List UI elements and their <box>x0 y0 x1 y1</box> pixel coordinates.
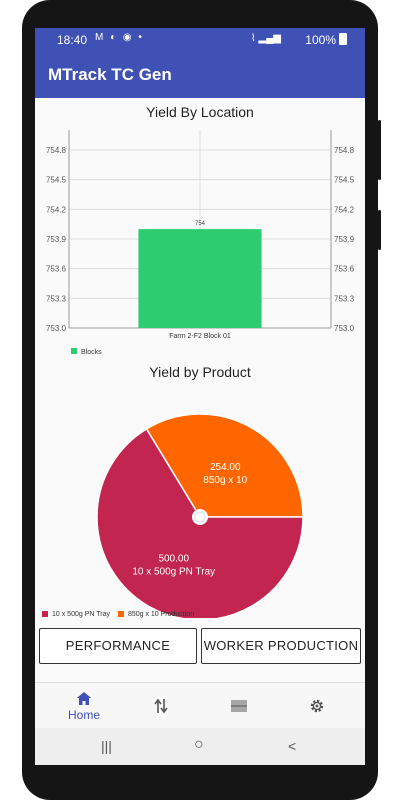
y-tick-label-right: 754.8 <box>334 146 355 155</box>
bar-data-label: 754 <box>195 221 206 227</box>
pie-legend: 10 x 500g PN Tray 850g x 10 Production <box>42 611 194 618</box>
performance-button[interactable]: PERFORMANCE <box>39 628 197 664</box>
y-tick-label-right: 753.3 <box>334 294 355 303</box>
y-tick-label-left: 753.9 <box>46 235 67 244</box>
nav-home-label: Home <box>67 708 100 722</box>
status-bar: 18:40 M ◐ ◉ • ⌇ ▂▄▆ 100% <box>35 28 365 52</box>
system-home-button[interactable]: ○ <box>194 736 204 754</box>
bar-farm-block <box>138 229 262 328</box>
app-bar: MTrack TC Gen <box>35 52 365 98</box>
pie-label-tray-name: 10 x 500g PN Tray <box>132 567 215 578</box>
notification-icons: M ◐ ◉ • <box>95 32 144 43</box>
nav-settings[interactable] <box>275 683 357 729</box>
y-tick-label-left: 753.3 <box>46 294 67 303</box>
battery-indicator: 100% <box>305 33 347 47</box>
pie-center-hole <box>192 509 208 525</box>
y-tick-label-right: 754.5 <box>334 176 355 185</box>
legend-label-production: 850g x 10 Production <box>127 611 195 618</box>
power-button <box>378 210 381 250</box>
y-tick-label-right: 753.9 <box>334 235 355 244</box>
y-tick-label-left: 754.8 <box>46 146 67 155</box>
pie-label-850g-name: 850g x 10 <box>203 475 247 486</box>
battery-icon <box>339 33 347 45</box>
y-tick-label-left: 753.6 <box>46 265 67 274</box>
system-navigation-bar: ||| ○ < <box>35 728 365 765</box>
y-tick-label-left: 754.2 <box>46 205 67 214</box>
recents-button[interactable]: ||| <box>101 738 112 754</box>
status-time: 18:40 <box>57 33 88 47</box>
app-title: MTrack TC Gen <box>48 65 172 84</box>
screen: 18:40 M ◐ ◉ • ⌇ ▂▄▆ 100% MTrack TC Gen Y… <box>35 28 365 765</box>
location-bar-chart[interactable]: 754.8 754.8 754.5 754.5 754.2 754.2 753.9 753.9… <box>35 120 365 390</box>
pie-label-850g-value: 254.00 <box>210 462 241 473</box>
legend-label-blocks: Blocks <box>81 349 102 356</box>
y-tick-label-left: 753.0 <box>46 324 67 333</box>
transfer-arrows-icon <box>154 698 168 714</box>
back-button[interactable]: < <box>288 738 296 754</box>
signal-icon: ⌇ ▂▄▆ <box>250 33 281 44</box>
gear-icon <box>310 699 324 713</box>
barcode-icon <box>231 700 247 712</box>
location-chart-title: Yield By Location <box>146 104 254 120</box>
product-pie-chart[interactable]: 254.00 850g x 10 500.00 10 x 500g PN Tray <box>35 368 365 618</box>
nav-barcode[interactable] <box>197 683 279 729</box>
y-tick-label-left: 754.5 <box>46 176 67 185</box>
legend-label-tray: 10 x 500g PN Tray <box>52 611 110 618</box>
main-content: Yield By Location 754.8 754.8 754.5 754.5 75… <box>35 98 365 682</box>
nav-home[interactable]: Home <box>43 683 125 729</box>
y-tick-label-right: 753.6 <box>334 265 355 274</box>
worker-production-button[interactable]: WORKER PRODUCTION <box>201 628 361 664</box>
battery-percent: 100% <box>305 33 336 47</box>
x-tick-label: Farm 2-F2 Block 01 <box>169 333 231 340</box>
bottom-navigation: Home <box>35 682 365 729</box>
volume-button <box>378 120 381 180</box>
pie-label-tray-value: 500.00 <box>158 554 189 565</box>
home-icon <box>77 692 91 705</box>
legend-swatch-production <box>117 611 124 617</box>
legend-swatch-blocks <box>71 348 77 354</box>
y-tick-label-right: 753.0 <box>334 324 355 333</box>
legend-swatch-tray <box>42 611 48 617</box>
y-tick-label-right: 754.2 <box>334 205 355 214</box>
nav-transfers[interactable] <box>120 683 202 729</box>
